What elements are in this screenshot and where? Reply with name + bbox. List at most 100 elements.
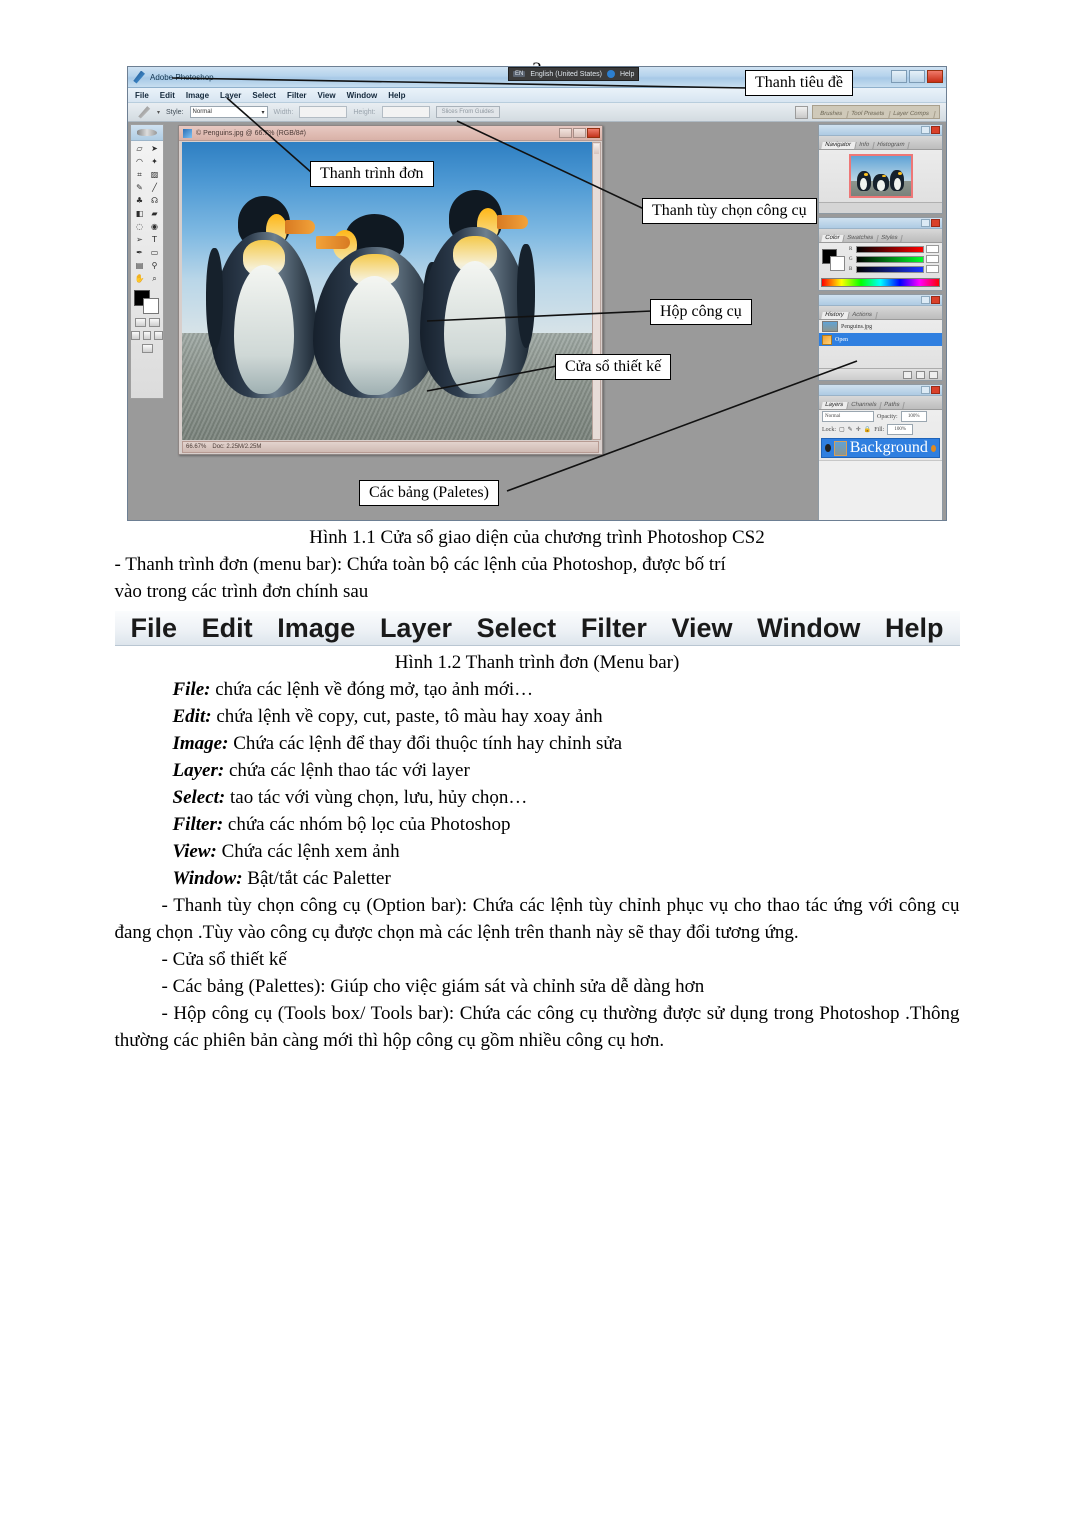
delete-icon[interactable] [929, 370, 938, 379]
tools-box[interactable]: ▱ ➤ ◠ ✦ ⌗ ▨ ✎ ╱ ♣ ☊ ◧ ▰ ◌ ◉ ➢ T ✒ ▭ ▤ ⚲ … [130, 124, 164, 399]
color-window-controls[interactable] [921, 219, 940, 227]
tab-layers[interactable]: Layers [821, 402, 849, 409]
blend-mode-select[interactable]: Normal [822, 411, 874, 422]
minimize-icon[interactable] [921, 126, 930, 134]
minimize-icon[interactable] [921, 296, 930, 304]
tab-info[interactable]: Info [854, 142, 875, 149]
lock-all-icon[interactable]: 🔒 [864, 426, 871, 433]
path-selection-icon[interactable]: ➢ [132, 233, 147, 246]
history-item-source[interactable]: Penguins.jpg [819, 320, 942, 333]
slice-tool-icon[interactable]: ▨ [147, 168, 162, 181]
gradient-tool-icon[interactable]: ▰ [147, 207, 162, 220]
width-input[interactable] [299, 106, 348, 118]
menu-item-edit[interactable]: Edit [160, 91, 175, 100]
eyedropper-icon[interactable]: ⚲ [147, 259, 162, 272]
menu-item-select[interactable]: Select [252, 91, 276, 100]
red-track[interactable] [856, 245, 924, 253]
tab-swatches[interactable]: Swatches [843, 235, 880, 242]
menu-item-filter[interactable]: Filter [287, 91, 307, 100]
tab-actions[interactable]: Actions [847, 312, 878, 319]
help-icon[interactable] [606, 70, 615, 78]
create-snapshot-icon[interactable] [916, 370, 925, 379]
minimize-icon[interactable] [921, 219, 930, 227]
eye-icon[interactable] [825, 444, 831, 452]
opacity-value[interactable]: 100% [900, 411, 927, 422]
create-document-icon[interactable] [903, 370, 912, 379]
magic-wand-icon[interactable]: ✦ [147, 155, 162, 168]
palette-tab-brushes[interactable]: Brushes [816, 111, 850, 118]
color-sliders[interactable]: R G B [849, 245, 939, 275]
blue-value[interactable] [926, 265, 939, 273]
close-button[interactable] [927, 70, 943, 83]
marquee-tool-icon[interactable]: ▱ [132, 142, 147, 155]
color-swatches[interactable] [134, 290, 160, 314]
navigator-thumbnail[interactable] [848, 154, 913, 198]
slices-from-guides-button[interactable]: Slices From Guides [435, 106, 500, 118]
menu-item-layer[interactable]: Layer [220, 91, 241, 100]
menu-item-image[interactable]: Image [186, 91, 209, 100]
close-icon[interactable] [931, 126, 940, 134]
layer-row-background[interactable]: Background [821, 438, 940, 458]
palette-tab-layer-comps[interactable]: Layer Comps [889, 111, 936, 118]
imageready-jump[interactable] [131, 342, 163, 355]
menu-item-window[interactable]: Window [347, 91, 378, 100]
layers-tabs[interactable]: Layers Channels Paths [819, 396, 942, 410]
hand-tool-icon[interactable]: ✋ [132, 272, 147, 285]
go-to-bridge-icon[interactable] [795, 105, 809, 119]
red-slider[interactable]: R [849, 245, 939, 253]
color-palette[interactable]: Color Swatches Styles R G B [818, 217, 943, 291]
green-track[interactable] [856, 255, 924, 263]
brush-tool-icon[interactable]: ╱ [147, 181, 162, 194]
history-window-controls[interactable] [921, 296, 940, 304]
green-value[interactable] [926, 255, 939, 263]
quick-mask-buttons[interactable] [131, 316, 163, 329]
history-palette[interactable]: History Actions Penguins.jpg Open [818, 294, 943, 381]
history-title-bar[interactable] [819, 295, 942, 306]
quick-mask-mode-icon[interactable] [148, 318, 160, 327]
healing-brush-icon[interactable]: ✎ [132, 181, 147, 194]
jump-to-imageready-icon[interactable] [141, 344, 153, 353]
document-minimize-button[interactable] [559, 128, 572, 138]
navigator-title-bar[interactable] [819, 125, 942, 136]
layers-lock-row[interactable]: Lock: ▢ ✎ ✛ 🔒 Fill: 100% [819, 423, 942, 436]
window-controls[interactable] [891, 70, 943, 83]
chevron-down-icon[interactable]: ▾ [157, 109, 160, 116]
tab-history[interactable]: History [821, 312, 850, 319]
color-tabs[interactable]: Color Swatches Styles [819, 229, 942, 243]
tab-styles[interactable]: Styles [877, 235, 904, 242]
navigator-footer[interactable] [819, 202, 942, 213]
red-value[interactable] [926, 245, 939, 253]
close-icon[interactable] [931, 296, 940, 304]
toolbox-header[interactable] [131, 125, 163, 141]
navigator-palette[interactable]: Navigator Info Histogram [818, 124, 943, 214]
history-item-open[interactable]: Open [819, 333, 942, 346]
screen-mode-buttons[interactable] [131, 329, 164, 342]
tab-paths[interactable]: Paths [880, 402, 906, 409]
shape-tool-icon[interactable]: ▭ [147, 246, 162, 259]
menu-item-file[interactable]: File [135, 91, 149, 100]
eraser-tool-icon[interactable]: ◧ [132, 207, 147, 220]
close-icon[interactable] [931, 386, 940, 394]
chevron-down-icon[interactable]: ▾ [262, 109, 265, 116]
standard-mode-icon[interactable] [134, 318, 146, 327]
green-slider[interactable]: G [849, 255, 939, 263]
history-footer[interactable] [819, 368, 942, 380]
move-tool-icon[interactable]: ➤ [147, 142, 162, 155]
palettes-dock[interactable]: Navigator Info Histogram Color Swatches … [818, 124, 943, 520]
palette-tab-tool-presets[interactable]: Tool Presets [847, 111, 892, 118]
color-spectrum-ramp[interactable] [821, 278, 940, 287]
standard-screen-icon[interactable] [131, 331, 140, 340]
tab-histogram[interactable]: Histogram [872, 142, 910, 149]
dodge-tool-icon[interactable]: ◉ [147, 220, 162, 233]
tab-navigator[interactable]: Navigator [821, 142, 857, 149]
layers-window-controls[interactable] [921, 386, 940, 394]
full-screen-icon[interactable] [154, 331, 164, 340]
document-vertical-scrollbar[interactable] [592, 142, 601, 440]
fill-value[interactable]: 100% [887, 424, 914, 435]
document-maximize-button[interactable] [573, 128, 586, 138]
language-bar[interactable]: EN English (United States) Help [508, 67, 640, 81]
lock-transparent-icon[interactable]: ▢ [839, 426, 845, 433]
type-tool-icon[interactable]: T [147, 233, 162, 246]
palette-well[interactable]: Brushes Tool Presets Layer Comps [812, 105, 940, 119]
blur-tool-icon[interactable]: ◌ [132, 220, 147, 233]
